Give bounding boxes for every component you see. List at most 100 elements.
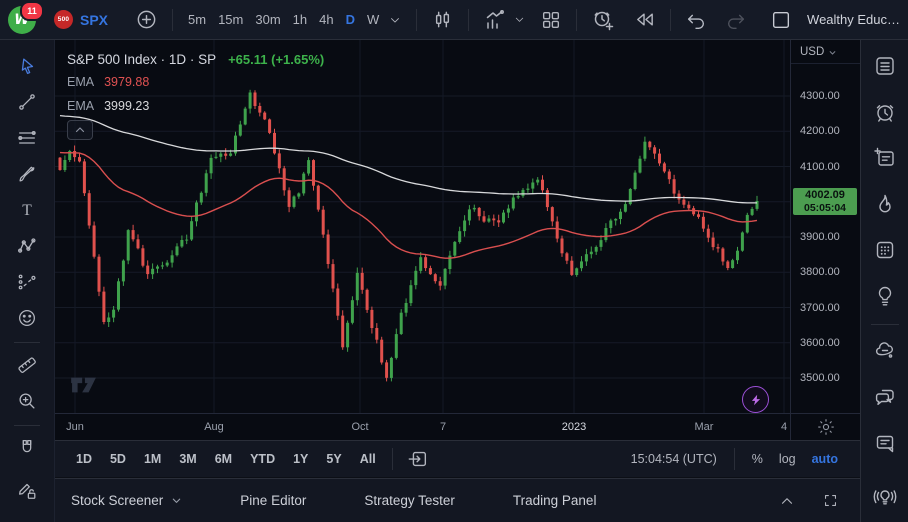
- tab-strategy-tester[interactable]: Strategy Tester: [364, 493, 455, 508]
- bar-replay-button[interactable]: [630, 5, 659, 34]
- price-change: +65.11 (+1.65%): [228, 52, 324, 67]
- sidebar-hotlists[interactable]: [867, 186, 903, 222]
- tool-magnet[interactable]: [10, 432, 44, 464]
- panel-fullscreen-button[interactable]: [819, 489, 842, 512]
- app-logo[interactable]: W 11: [8, 3, 42, 37]
- symbol-button[interactable]: 500 SPX: [54, 10, 108, 29]
- interval-button-1h[interactable]: 1h: [287, 8, 313, 31]
- chart-style-button[interactable]: [428, 5, 457, 34]
- bottom-panel: Stock Screener Pine Editor Strategy Tester…: [55, 478, 860, 522]
- range-button-5D[interactable]: 5D: [103, 448, 133, 470]
- legend-collapse-button[interactable]: [67, 120, 93, 140]
- undo-button[interactable]: [682, 6, 710, 34]
- tool-xabcd-pattern[interactable]: [10, 230, 44, 262]
- ruler-icon: [16, 354, 38, 376]
- range-button-YTD[interactable]: YTD: [243, 448, 282, 470]
- tab-pine-editor[interactable]: Pine Editor: [240, 493, 306, 508]
- time-axis[interactable]: JunAugOct72023Mar4: [55, 413, 790, 440]
- chart-plot-area[interactable]: S&P 500 Index · 1D · SP +65.11 (+1.65%) …: [55, 40, 790, 413]
- notification-badge: 11: [20, 1, 44, 21]
- tool-forecast[interactable]: [10, 266, 44, 298]
- range-button-5Y[interactable]: 5Y: [319, 448, 348, 470]
- range-button-All[interactable]: All: [353, 448, 383, 470]
- divider: [14, 425, 40, 426]
- tool-text[interactable]: T: [10, 194, 44, 226]
- time-tick-label: 7: [440, 421, 446, 433]
- layout-name-label[interactable]: Wealthy Educ…: [807, 12, 900, 27]
- time-tick-label: 2023: [562, 421, 586, 433]
- date-range-buttons: 1D5D1M3M6MYTD1Y5YAll: [69, 448, 383, 470]
- price-tick-label: 4200.00: [800, 125, 840, 137]
- price-tick-label: 3600.00: [800, 337, 840, 349]
- clock-utc-button[interactable]: 15:04:54 (UTC): [623, 452, 725, 466]
- time-tick-label: 4: [781, 421, 787, 433]
- lightning-mode-button[interactable]: [742, 386, 769, 413]
- sidebar-ideas[interactable]: [867, 278, 903, 314]
- tool-cursor[interactable]: [10, 50, 44, 82]
- tab-trading-panel[interactable]: Trading Panel: [513, 493, 597, 508]
- emoji-icon: [16, 307, 38, 329]
- percent-scale-button[interactable]: %: [744, 452, 771, 466]
- layout-square-button[interactable]: [767, 6, 795, 34]
- interval-button-5m[interactable]: 5m: [182, 8, 212, 31]
- panel-expand-button[interactable]: [775, 489, 799, 513]
- ema-legend-row[interactable]: EMA 3979.88: [67, 70, 324, 94]
- plus-circle-icon: [135, 8, 158, 31]
- divider: [14, 342, 40, 343]
- sidebar-minds[interactable]: [867, 333, 903, 369]
- gear-icon: [817, 418, 835, 436]
- divider: [172, 9, 173, 31]
- range-button-3M[interactable]: 3M: [172, 448, 203, 470]
- go-to-date-button[interactable]: [404, 445, 432, 473]
- lightbulb-icon: [873, 283, 897, 309]
- tool-ruler[interactable]: [10, 349, 44, 381]
- interval-button-30m[interactable]: 30m: [249, 8, 286, 31]
- sidebar-alerts[interactable]: [867, 94, 903, 130]
- auto-scale-button[interactable]: auto: [804, 452, 846, 466]
- interval-button-15m[interactable]: 15m: [212, 8, 249, 31]
- indicators-expand-button[interactable]: [510, 10, 529, 29]
- interval-button-4h[interactable]: 4h: [313, 8, 339, 31]
- range-button-6M[interactable]: 6M: [208, 448, 239, 470]
- interval-button-W[interactable]: W: [361, 8, 385, 31]
- tool-hidden-partial[interactable]: [10, 516, 44, 522]
- redo-button[interactable]: [722, 6, 750, 34]
- zoom-in-icon: [16, 390, 38, 412]
- sidebar-news[interactable]: [867, 140, 903, 176]
- divider: [670, 9, 671, 31]
- time-tick-label: Jun: [66, 421, 84, 433]
- tool-trend-line[interactable]: [10, 86, 44, 118]
- range-button-1M[interactable]: 1M: [137, 448, 168, 470]
- compare-add-button[interactable]: [132, 5, 161, 34]
- bulb-rays-icon: [873, 484, 897, 510]
- symbol-title[interactable]: S&P 500 Index · 1D · SP: [67, 52, 216, 67]
- log-scale-button[interactable]: log: [771, 452, 804, 466]
- interval-button-D[interactable]: D: [340, 8, 361, 31]
- sidebar-public-chats[interactable]: [867, 379, 903, 415]
- tool-brush[interactable]: [10, 158, 44, 190]
- sidebar-streams[interactable]: [867, 479, 903, 515]
- interval-buttons: 5m15m30m1h4hDW: [182, 8, 385, 31]
- indicators-button[interactable]: [480, 5, 510, 35]
- tool-fib-retracement[interactable]: [10, 122, 44, 154]
- sidebar-dialogs[interactable]: [867, 425, 903, 461]
- intervals-expand-button[interactable]: [385, 10, 405, 30]
- range-button-1Y[interactable]: 1Y: [286, 448, 315, 470]
- tab-stock-screener[interactable]: Stock Screener: [71, 493, 182, 508]
- axis-settings-corner[interactable]: [790, 413, 860, 440]
- price-axis[interactable]: USD 4300.004200.004100.003900.003800.003…: [790, 40, 860, 413]
- tool-lock-drawings[interactable]: [10, 474, 44, 506]
- tool-emoji[interactable]: [10, 302, 44, 334]
- bar-countdown: 05:05:04: [793, 202, 857, 215]
- range-button-1D[interactable]: 1D: [69, 448, 99, 470]
- ema-legend-row[interactable]: EMA 3999.23: [67, 94, 324, 118]
- create-alert-button[interactable]: [588, 5, 618, 35]
- undo-arrow-icon: [685, 9, 707, 31]
- sidebar-watchlist[interactable]: [867, 48, 903, 84]
- price-tick-label: 3800.00: [800, 266, 840, 278]
- sidebar-calendar[interactable]: [867, 232, 903, 268]
- layout-grid-button[interactable]: [537, 6, 565, 34]
- price-tick-label: 3900.00: [800, 231, 840, 243]
- tool-zoom-in[interactable]: [10, 385, 44, 417]
- trend-line-icon: [16, 91, 38, 113]
